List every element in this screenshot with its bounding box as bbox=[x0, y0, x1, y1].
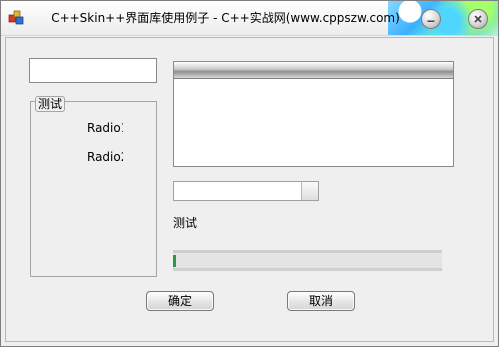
static-label: 测试 bbox=[173, 216, 198, 230]
window-title: C++Skin++界面库使用例子 - C++实战网(www.cppszw.com… bbox=[51, 11, 400, 25]
minimize-icon bbox=[426, 14, 436, 24]
text-input[interactable] bbox=[29, 58, 157, 83]
title-bar[interactable]: C++Skin++界面库使用例子 - C++实战网(www.cppszw.com… bbox=[1, 1, 498, 36]
minimize-button[interactable] bbox=[421, 9, 441, 29]
list-view-header[interactable] bbox=[174, 62, 453, 79]
progress-bar bbox=[173, 250, 442, 271]
group-box-label: 测试 bbox=[35, 96, 66, 112]
progress-fill bbox=[173, 255, 176, 267]
combo-box[interactable] bbox=[173, 181, 319, 201]
list-view[interactable] bbox=[173, 61, 454, 167]
combo-dropdown-button[interactable] bbox=[301, 182, 318, 200]
close-button[interactable] bbox=[468, 9, 488, 29]
radio-1[interactable]: Radio1 bbox=[87, 121, 123, 135]
radio-2[interactable]: Radio2 bbox=[87, 150, 123, 164]
cancel-button[interactable]: 取消 bbox=[287, 291, 355, 311]
close-icon bbox=[473, 14, 483, 24]
ok-button[interactable]: 确定 bbox=[146, 291, 214, 311]
main-window: C++Skin++界面库使用例子 - C++实战网(www.cppszw.com… bbox=[0, 0, 499, 347]
app-icon[interactable] bbox=[8, 9, 24, 25]
